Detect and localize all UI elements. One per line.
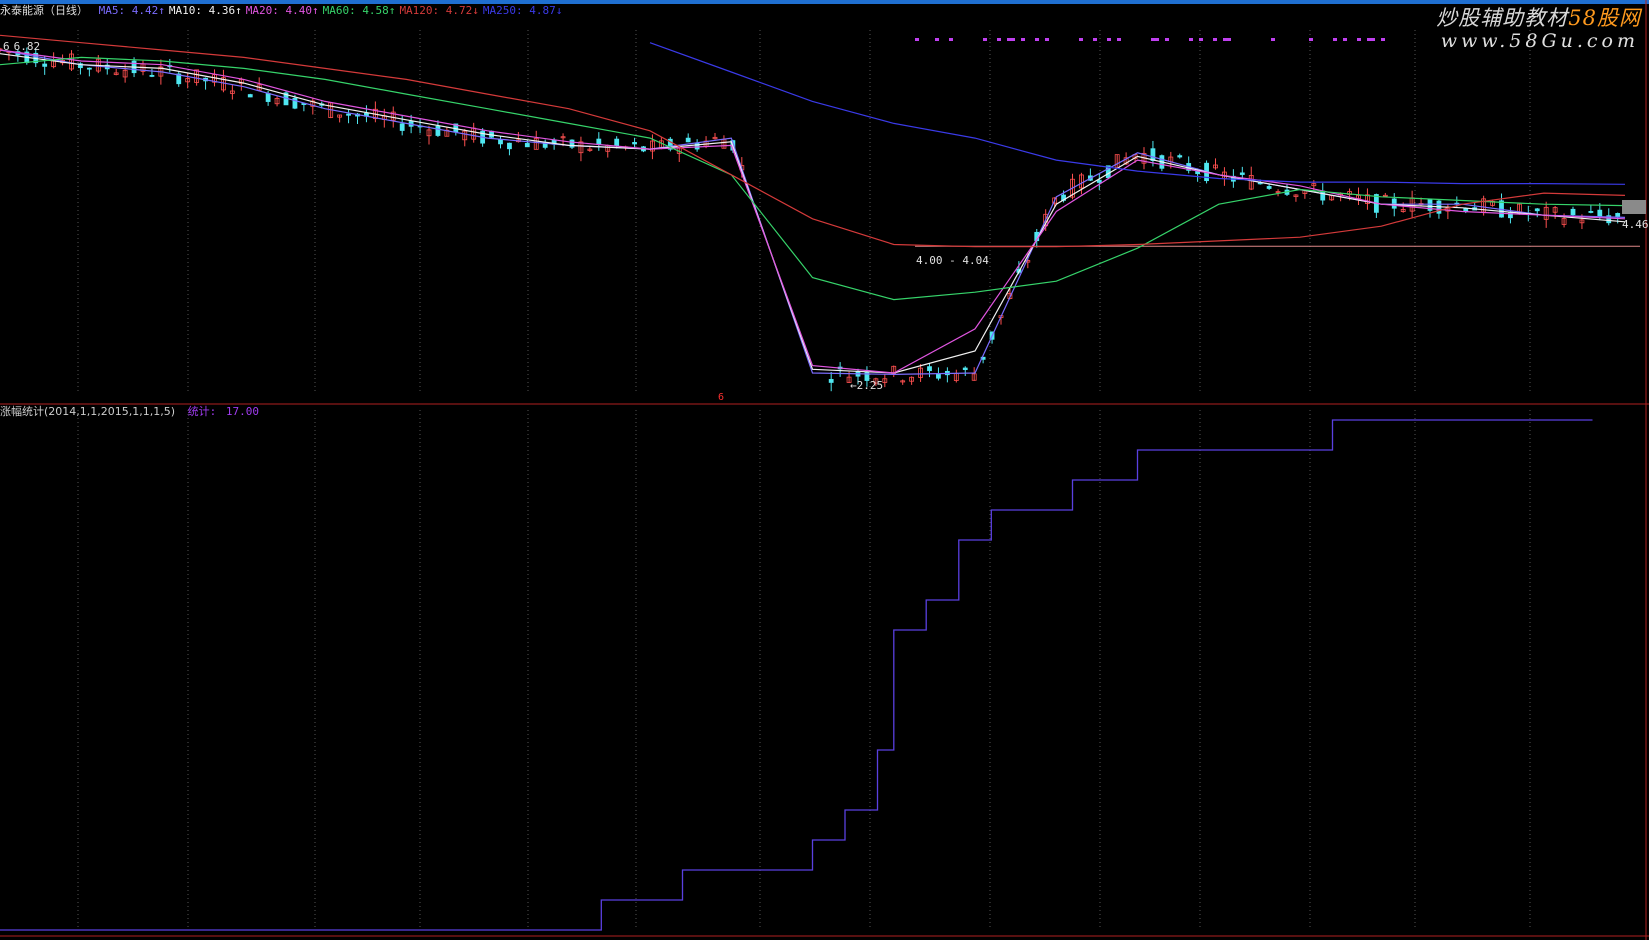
candle bbox=[524, 143, 530, 148]
ma-legend-item: MA10: 4.36↑ bbox=[168, 4, 242, 17]
signal-dot bbox=[1107, 38, 1111, 41]
candle bbox=[1096, 179, 1102, 183]
candle bbox=[1177, 155, 1183, 158]
event-marker: 6 bbox=[718, 392, 725, 403]
signal-dot bbox=[1021, 38, 1025, 41]
candle bbox=[1150, 148, 1156, 161]
signal-dot bbox=[1223, 38, 1227, 41]
candle bbox=[86, 67, 92, 70]
sub-panel-header: 涨幅统计(2014,1,1,2015,1,1,1,5) 统计: 17.00 bbox=[0, 404, 259, 420]
last-price-box bbox=[1622, 200, 1646, 214]
candle bbox=[962, 367, 968, 371]
stat-label: 统计: bbox=[187, 405, 217, 418]
candle bbox=[42, 63, 48, 67]
signal-dot bbox=[1151, 38, 1155, 41]
signal-dot bbox=[1333, 38, 1337, 41]
signal-dot bbox=[1381, 38, 1385, 41]
signal-dot bbox=[1079, 38, 1083, 41]
signal-dot bbox=[1271, 38, 1275, 41]
signal-dot bbox=[1011, 38, 1015, 41]
candle bbox=[1597, 209, 1603, 217]
top-price-value: 6.82 bbox=[13, 40, 41, 53]
candle bbox=[399, 123, 405, 131]
signal-dot bbox=[1371, 38, 1375, 41]
stat-step-line bbox=[0, 419, 1593, 931]
candle bbox=[1615, 213, 1621, 217]
candle bbox=[1570, 208, 1576, 216]
candle bbox=[346, 113, 351, 116]
low-price-value: 2.25 bbox=[856, 379, 884, 392]
candle bbox=[1320, 190, 1326, 201]
signal-dot bbox=[1213, 38, 1217, 41]
candle bbox=[1534, 208, 1540, 212]
ma-line-ma120 bbox=[0, 34, 1626, 248]
candle bbox=[1266, 186, 1272, 189]
signal-dot bbox=[949, 38, 953, 41]
candle bbox=[247, 94, 253, 98]
candle bbox=[435, 125, 441, 136]
candle bbox=[1239, 172, 1245, 175]
candle bbox=[632, 142, 637, 145]
ma-legend-item: MA20: 4.40↑ bbox=[245, 4, 319, 17]
signal-dot bbox=[997, 38, 1001, 41]
top-price-label: 6 6.82 bbox=[3, 40, 41, 53]
watermark-text-a: 炒股辅助教材 bbox=[1436, 6, 1569, 30]
chart-canvas bbox=[0, 0, 1649, 940]
ma-legend-item: MA60: 4.58↑ bbox=[322, 4, 396, 17]
signal-dot bbox=[1155, 38, 1159, 41]
ma-legend-item: MA250: 4.87↓ bbox=[482, 4, 563, 17]
candle bbox=[507, 142, 512, 150]
candle bbox=[149, 75, 155, 77]
signal-dot bbox=[1309, 38, 1313, 41]
signal-dot bbox=[983, 38, 987, 41]
signal-dot bbox=[1227, 38, 1231, 41]
indicator-name: 涨幅统计(2014,1,1,2015,1,1,1,5) bbox=[0, 405, 176, 418]
stat-value: 17.00 bbox=[225, 405, 260, 418]
candle bbox=[936, 373, 941, 379]
watermark-text-b: 58股网 bbox=[1568, 6, 1641, 30]
candle bbox=[685, 137, 691, 143]
signal-dot bbox=[1117, 38, 1121, 41]
signal-dot bbox=[1199, 38, 1203, 41]
candle bbox=[1508, 211, 1513, 219]
signal-dot bbox=[1189, 38, 1193, 41]
signal-dot bbox=[1357, 38, 1361, 41]
ma-header: 永泰能源（日线） MA5: 4.42↑ MA10: 4.36↑ MA20: 4.40… bbox=[0, 3, 570, 19]
candle bbox=[1588, 211, 1594, 213]
signal-dot bbox=[935, 38, 939, 41]
signal-dot bbox=[1045, 38, 1049, 41]
ma-line-ma250 bbox=[649, 42, 1626, 185]
candle bbox=[614, 138, 620, 147]
ma-legend-item: MA5: 4.42↑ bbox=[98, 4, 165, 17]
ma-line-ma20 bbox=[0, 49, 1626, 374]
watermark-title: 炒股辅助教材58股网 bbox=[1436, 2, 1641, 32]
signal-dot bbox=[1007, 38, 1011, 41]
signal-dot bbox=[1367, 38, 1371, 41]
right-price-label: 4.46 bbox=[1622, 218, 1649, 231]
candle bbox=[265, 93, 271, 102]
candle bbox=[498, 139, 503, 145]
ma-line-ma5 bbox=[0, 49, 1626, 376]
ma-line-ma60 bbox=[0, 56, 1626, 301]
candle bbox=[927, 366, 932, 372]
range-label: 4.00 - 4.04 bbox=[916, 254, 989, 267]
watermark-url: www.58Gu.com bbox=[1440, 30, 1639, 52]
signal-dot bbox=[1093, 38, 1097, 41]
signal-dot bbox=[915, 38, 919, 41]
ma-legend: MA5: 4.42↑ MA10: 4.36↑ MA20: 4.40↑ MA60: 4.… bbox=[99, 4, 567, 17]
candle bbox=[828, 379, 834, 383]
signal-dot bbox=[1035, 38, 1039, 41]
candle bbox=[1391, 198, 1397, 209]
low-price-label: ←2.25 bbox=[850, 379, 884, 392]
ma-legend-item: MA120: 4.72↓ bbox=[399, 4, 479, 17]
stock-title: 永泰能源（日线） bbox=[0, 4, 88, 17]
signal-dot bbox=[1343, 38, 1347, 41]
signal-dot bbox=[1165, 38, 1169, 41]
